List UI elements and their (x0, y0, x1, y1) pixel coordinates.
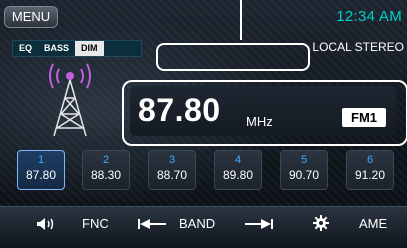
preset-number: 4 (234, 154, 242, 166)
eq-indicator: EQ (19, 43, 33, 53)
ame-button[interactable]: AME (359, 215, 387, 233)
preset-number: 1 (37, 154, 45, 166)
radio-tower-icon (49, 63, 91, 137)
settings-gear-icon[interactable] (313, 215, 329, 231)
preset-button-1[interactable]: 1 87.80 (17, 150, 65, 190)
eq-indicator-group: EQ BASS DIM (12, 40, 142, 57)
volume-icon[interactable] (36, 217, 56, 231)
preset-frequency: 87.80 (25, 168, 57, 182)
preset-frequency: 88.70 (156, 168, 188, 182)
seek-forward-icon[interactable] (244, 218, 274, 230)
preset-frequency: 91.20 (354, 168, 386, 182)
preset-frequency: 89.80 (222, 168, 254, 182)
preset-button-5[interactable]: 5 90.70 (280, 150, 328, 190)
preset-number: 5 (300, 154, 308, 166)
frequency-unit: MHz (246, 114, 273, 129)
radio-screen: MENU 12:34 AM EQ BASS DIM LOCAL STEREO 8… (0, 0, 407, 248)
preset-number: 6 (366, 154, 374, 166)
menu-button[interactable]: MENU (4, 6, 58, 28)
preset-frequency: 90.70 (288, 168, 320, 182)
preset-number: 3 (168, 154, 176, 166)
preset-frequency: 88.30 (90, 168, 122, 182)
dim-indicator: DIM (75, 41, 104, 56)
bass-indicator: BASS (44, 43, 70, 53)
band-badge: FM1 (342, 108, 386, 127)
preset-button-2[interactable]: 2 88.30 (82, 150, 130, 190)
seek-back-icon[interactable] (137, 218, 167, 230)
callout-line (240, 0, 242, 40)
reception-mode: LOCAL STEREO (312, 40, 404, 54)
fnc-button[interactable]: FNC (82, 215, 109, 233)
preset-button-4[interactable]: 4 89.80 (214, 150, 262, 190)
preset-number: 2 (102, 154, 110, 166)
frequency-value: 87.80 (138, 92, 221, 128)
band-button[interactable]: BAND (179, 215, 215, 233)
clock: 12:34 AM (336, 8, 402, 25)
preset-button-3[interactable]: 3 88.70 (148, 150, 196, 190)
preset-button-6[interactable]: 6 91.20 (346, 150, 394, 190)
